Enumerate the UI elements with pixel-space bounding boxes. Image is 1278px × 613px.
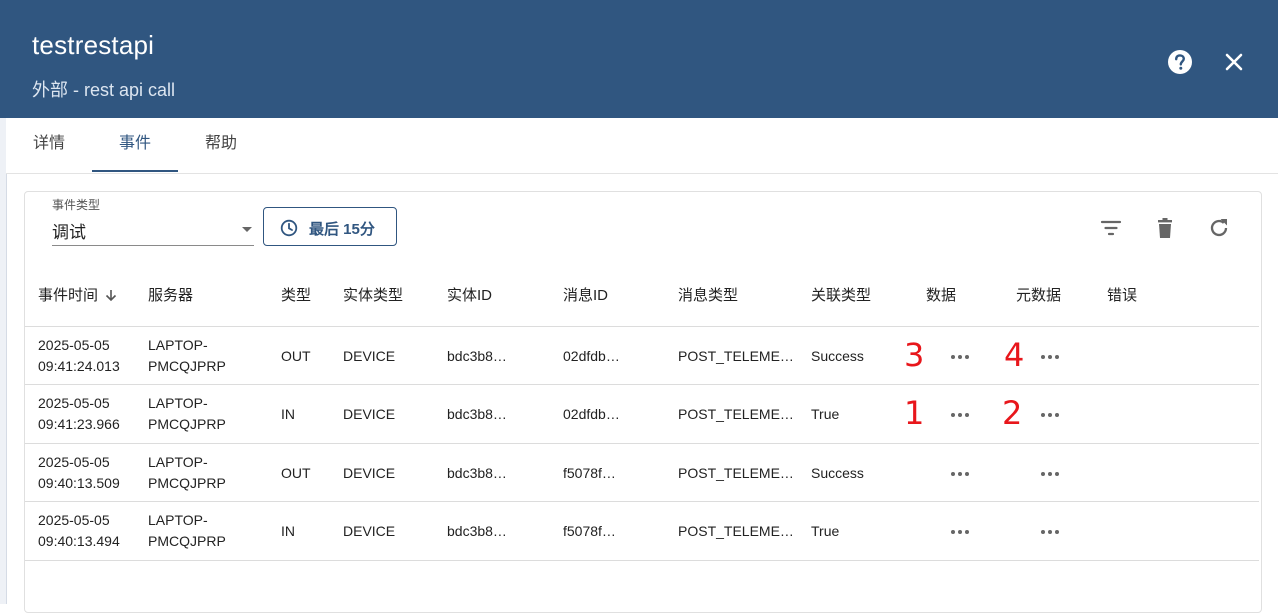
more-horiz-icon[interactable]: [951, 471, 971, 478]
column-header-type[interactable]: 类型: [268, 262, 330, 327]
cell-data: [913, 384, 1003, 444]
dialog-header: testrestapi 外部 - rest api call: [0, 0, 1278, 118]
cell-message-id: 02dfdb…: [550, 384, 665, 444]
cell-error: [1094, 384, 1259, 444]
close-button[interactable]: [1220, 48, 1248, 76]
cell-type: IN: [268, 384, 330, 444]
table-row[interactable]: 2025-05-05 09:41:24.013 LAPTOP- PMCQJPRP O…: [25, 326, 1259, 385]
cell-time: 2025-05-05 09:40:13.494: [25, 501, 135, 561]
column-header-data: 数据: [913, 262, 1003, 327]
cell-metadata: [1003, 501, 1094, 561]
annotation-number: 2: [1002, 394, 1023, 432]
help-icon: [1168, 50, 1192, 74]
more-horiz-icon[interactable]: [1041, 530, 1061, 536]
table-row[interactable]: 2025-05-05 09:40:13.509 LAPTOP- PMCQJPRP O…: [25, 443, 1259, 502]
cell-relation-type: Success: [798, 443, 913, 502]
delete-icon: [1158, 218, 1172, 238]
delete-button[interactable]: [1152, 215, 1178, 241]
column-header-entity-type[interactable]: 实体类型: [330, 262, 434, 327]
cell-message-type: POST_TELEMET…: [665, 443, 798, 502]
dialog-subtitle: 外部 - rest api call: [32, 80, 176, 100]
tab-bar: 详情 事件 帮助: [6, 118, 1278, 174]
cell-entity-id: bdc3b8…: [434, 501, 550, 561]
more-horiz-icon[interactable]: [951, 413, 971, 419]
column-header-message-id[interactable]: 消息ID: [550, 262, 665, 327]
cell-relation-type: True: [798, 501, 913, 561]
tab-help[interactable]: 帮助: [178, 118, 264, 172]
cell-entity-id: bdc3b8…: [434, 326, 550, 385]
cell-message-id: f5078f…: [550, 443, 665, 502]
cell-time: 2025-05-05 09:41:23.966: [25, 384, 135, 444]
cell-error: [1094, 326, 1259, 385]
time-window-button[interactable]: 最后 15分: [263, 207, 397, 246]
cell-relation-type: Success: [798, 326, 913, 385]
cell-error: [1094, 501, 1259, 561]
cell-message-type: POST_TELEMET…: [665, 384, 798, 444]
table-header-row: 事件时间 服务器 类型 实体类型 实体ID 消息ID 消息类型 关联类型 数据 …: [25, 262, 1259, 327]
column-header-error: 错误: [1094, 262, 1259, 327]
cell-message-type: POST_TELEMET…: [665, 501, 798, 561]
dropdown-arrow-icon[interactable]: [242, 227, 252, 232]
cell-server: LAPTOP- PMCQJPRP: [135, 326, 268, 385]
annotation-number: 3: [904, 336, 925, 374]
column-header-metadata: 元数据: [1003, 262, 1094, 327]
column-header-entity-id[interactable]: 实体ID: [434, 262, 550, 327]
dialog-title: testrestapi: [32, 30, 155, 60]
cell-entity-id: bdc3b8…: [434, 443, 550, 502]
cell-error: [1094, 443, 1259, 502]
table-row[interactable]: 2025-05-05 09:40:13.494 LAPTOP- PMCQJPRP I…: [25, 501, 1259, 561]
help-button[interactable]: [1166, 48, 1194, 76]
column-header-time[interactable]: 事件时间: [25, 262, 135, 327]
more-horiz-icon[interactable]: [1041, 471, 1061, 478]
cell-server: LAPTOP- PMCQJPRP: [135, 384, 268, 444]
cell-metadata: [1003, 443, 1094, 502]
event-type-label: 事件类型: [52, 198, 101, 212]
cell-entity-type: DEVICE: [330, 326, 434, 385]
cell-message-type: POST_TELEMET…: [665, 326, 798, 385]
annotation-number: 4: [1004, 336, 1025, 374]
column-header-message-type[interactable]: 消息类型: [665, 262, 798, 327]
more-horiz-icon[interactable]: [951, 530, 971, 536]
refresh-button[interactable]: [1206, 215, 1232, 241]
tab-details[interactable]: 详情: [6, 118, 92, 172]
column-header-relation-type[interactable]: 关联类型: [798, 262, 913, 327]
cell-time: 2025-05-05 09:40:13.509: [25, 443, 135, 502]
cell-time: 2025-05-05 09:41:24.013: [25, 326, 135, 385]
event-type-select[interactable]: 调试: [52, 218, 86, 243]
table-row[interactable]: 2025-05-05 09:41:23.966 LAPTOP- PMCQJPRP I…: [25, 384, 1259, 444]
cell-relation-type: True: [798, 384, 913, 444]
cell-entity-type: DEVICE: [330, 443, 434, 502]
time-window-label: 最后 15分: [309, 221, 375, 238]
more-horiz-icon[interactable]: [1041, 413, 1061, 419]
clock-icon: [280, 219, 298, 237]
column-header-server[interactable]: 服务器: [135, 262, 268, 327]
cell-server: LAPTOP- PMCQJPRP: [135, 501, 268, 561]
cell-type: OUT: [268, 443, 330, 502]
close-icon: [1225, 53, 1243, 71]
cell-entity-type: DEVICE: [330, 384, 434, 444]
annotation-number: 1: [904, 394, 925, 432]
cell-message-id: 02dfdb…: [550, 326, 665, 385]
select-underline: [52, 245, 254, 246]
cell-type: IN: [268, 501, 330, 561]
cell-server: LAPTOP- PMCQJPRP: [135, 443, 268, 502]
cell-data: [913, 443, 1003, 502]
refresh-icon: [1210, 219, 1228, 237]
events-table: 事件时间 服务器 类型 实体类型 实体ID 消息ID 消息类型 关联类型 数据 …: [25, 262, 1259, 561]
more-horiz-icon[interactable]: [951, 354, 971, 361]
more-horiz-icon[interactable]: [1041, 354, 1061, 361]
cell-entity-type: DEVICE: [330, 501, 434, 561]
cell-data: [913, 501, 1003, 561]
cell-data: [913, 326, 1003, 385]
cell-message-id: f5078f…: [550, 501, 665, 561]
sort-arrow-down-icon[interactable]: [104, 288, 118, 302]
cell-type: OUT: [268, 326, 330, 385]
tab-events[interactable]: 事件: [92, 118, 178, 172]
cell-entity-id: bdc3b8…: [434, 384, 550, 444]
filter-button[interactable]: [1098, 215, 1124, 241]
backdrop-strip: [0, 118, 7, 604]
filter-icon: [1100, 220, 1122, 236]
